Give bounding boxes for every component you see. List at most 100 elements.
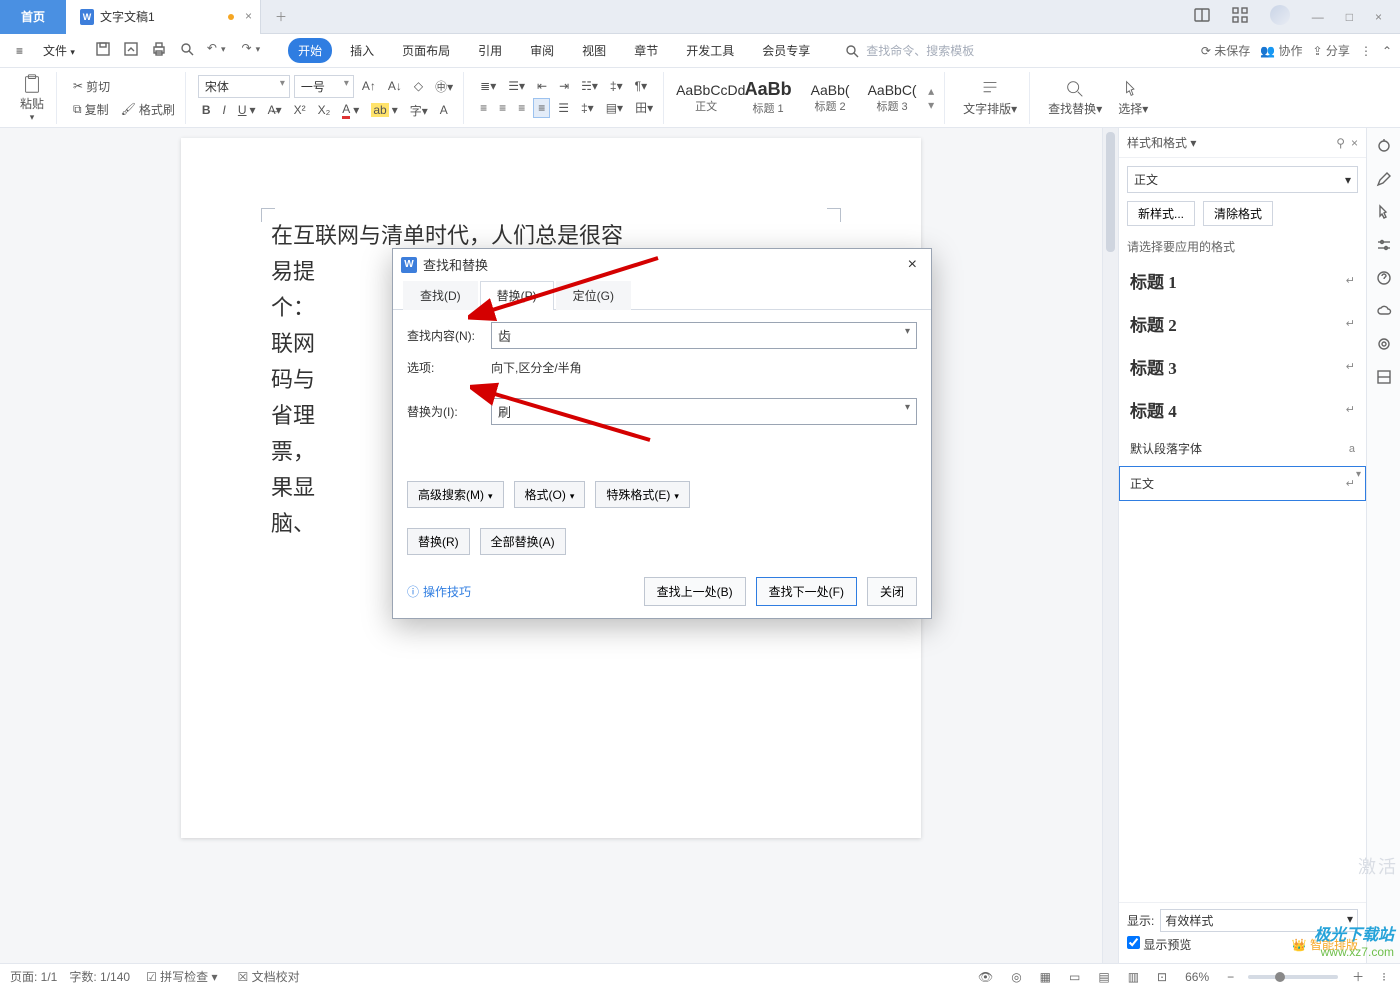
status-proofread[interactable]: ☒ 文档校对 bbox=[234, 966, 304, 987]
counter-icon[interactable] bbox=[1188, 3, 1216, 30]
collapse-ribbon-icon[interactable]: ⌃ bbox=[1382, 44, 1392, 58]
increase-font-icon[interactable]: A↑ bbox=[358, 77, 380, 95]
copy-button[interactable]: ⧉ 复制 bbox=[69, 99, 113, 120]
underline-icon[interactable]: U▾ bbox=[234, 101, 260, 119]
print-preview-icon[interactable] bbox=[175, 38, 199, 63]
replace-button[interactable]: 替换(R) bbox=[407, 528, 470, 555]
zoom-in-icon[interactable]: ＋ bbox=[1348, 966, 1368, 987]
align-right-icon[interactable]: ≡ bbox=[514, 99, 529, 117]
vertical-scrollbar[interactable] bbox=[1102, 128, 1118, 963]
paste-button[interactable]: 粘贴▾ bbox=[14, 71, 50, 125]
rail-cloud-icon[interactable] bbox=[1376, 303, 1392, 322]
status-page[interactable]: 页面: 1/1 bbox=[10, 968, 57, 985]
tips-link[interactable]: ⓘ 操作技巧 bbox=[407, 583, 471, 600]
style-gallery[interactable]: AaBbCcDd正文 AaBb标题 1 AaBb(标题 2 AaBbC(标题 3… bbox=[676, 79, 938, 116]
rail-cursor-icon[interactable] bbox=[1376, 204, 1392, 223]
border-icon[interactable]: 田▾ bbox=[631, 97, 657, 118]
replace-input[interactable]: 刷 bbox=[491, 398, 917, 425]
file-menu[interactable]: 文件 ▾ bbox=[35, 39, 83, 62]
select-button[interactable]: 选择▾ bbox=[1112, 76, 1154, 119]
status-read-icon[interactable]: ▭ bbox=[1065, 968, 1084, 986]
apps-grid-icon[interactable] bbox=[1226, 3, 1254, 30]
highlight-icon[interactable]: ab▾ bbox=[367, 101, 401, 119]
clear-format-icon[interactable]: ◇ bbox=[410, 77, 427, 95]
status-spellcheck[interactable]: ☑ 拼写检查 ▾ bbox=[142, 966, 221, 987]
pin-icon[interactable]: ⚲ bbox=[1336, 136, 1345, 150]
align-left-icon[interactable]: ≡ bbox=[476, 99, 491, 117]
find-input[interactable]: 齿 bbox=[491, 322, 917, 349]
ribbon-tab-section[interactable]: 章节 bbox=[624, 38, 668, 63]
style-item-body[interactable]: 正文↵ bbox=[1119, 466, 1366, 501]
ribbon-tab-view[interactable]: 视图 bbox=[572, 38, 616, 63]
ribbon-tab-member[interactable]: 会员专享 bbox=[752, 38, 820, 63]
new-style-button[interactable]: 新样式... bbox=[1127, 201, 1195, 226]
more-menu-icon[interactable]: ⋮ bbox=[1360, 44, 1372, 58]
format-painter-button[interactable]: 🖌 格式刷 bbox=[117, 99, 179, 120]
format-button[interactable]: 格式(O)▾ bbox=[514, 481, 586, 508]
window-maximize-button[interactable]: □ bbox=[1340, 6, 1359, 28]
save-icon[interactable] bbox=[91, 38, 115, 63]
unsaved-indicator[interactable]: ⟳ 未保存 bbox=[1201, 42, 1250, 59]
find-replace-button[interactable]: 查找替换▾ bbox=[1042, 76, 1108, 119]
show-select[interactable]: 有效样式 ▾ bbox=[1160, 909, 1358, 932]
new-tab-button[interactable]: ＋ bbox=[261, 0, 301, 34]
dialog-tab-replace[interactable]: 替换(P) bbox=[480, 281, 554, 310]
find-next-button[interactable]: 查找下一处(F) bbox=[756, 577, 857, 606]
font-color-icon[interactable]: A▾ bbox=[338, 100, 363, 121]
clear-format-button[interactable]: 清除格式 bbox=[1203, 201, 1273, 226]
zoom-slider[interactable] bbox=[1248, 975, 1338, 979]
status-words[interactable]: 字数: 1/140 bbox=[69, 968, 130, 985]
sort-icon[interactable]: ☵▾ bbox=[577, 77, 602, 95]
bold-icon[interactable]: B bbox=[198, 101, 215, 119]
number-list-icon[interactable]: ☰▾ bbox=[504, 77, 529, 95]
smart-layout-link[interactable]: 👑 智能排版 bbox=[1292, 936, 1358, 953]
decrease-indent-icon[interactable]: ⇤ bbox=[533, 77, 551, 95]
decrease-font-icon[interactable]: A↓ bbox=[384, 77, 406, 95]
rail-adjust-icon[interactable] bbox=[1376, 237, 1392, 256]
zoom-out-icon[interactable]: − bbox=[1223, 968, 1238, 986]
text-layout-button[interactable]: 文字排版▾ bbox=[957, 76, 1023, 119]
bullet-list-icon[interactable]: ≣▾ bbox=[476, 77, 500, 95]
shading-icon[interactable]: ▤▾ bbox=[602, 99, 627, 117]
superscript-icon[interactable]: X² bbox=[290, 101, 310, 119]
advanced-search-button[interactable]: 高级搜索(M)▾ bbox=[407, 481, 504, 508]
dialog-close-action-button[interactable]: 关闭 bbox=[867, 577, 917, 606]
ribbon-tab-reference[interactable]: 引用 bbox=[468, 38, 512, 63]
style-item-default-font[interactable]: 默认段落字体a bbox=[1119, 431, 1366, 466]
italic-icon[interactable]: I bbox=[219, 101, 230, 119]
window-minimize-button[interactable]: — bbox=[1306, 6, 1330, 28]
style-item-h3[interactable]: 标题 3↵ bbox=[1119, 345, 1366, 388]
status-focus-icon[interactable]: ◎ bbox=[1007, 968, 1025, 986]
strike-icon[interactable]: A̶▾ bbox=[264, 101, 286, 119]
show-marks-icon[interactable]: ¶▾ bbox=[631, 77, 651, 95]
ribbon-tab-dev[interactable]: 开发工具 bbox=[676, 38, 744, 63]
redo-icon[interactable]: ↷▾ bbox=[238, 38, 269, 63]
command-search[interactable]: 查找命令、搜索模板 bbox=[844, 42, 974, 59]
collab-button[interactable]: 👥 协作 bbox=[1260, 42, 1302, 59]
user-avatar[interactable] bbox=[1264, 1, 1296, 32]
distribute-icon[interactable]: ☰ bbox=[554, 99, 573, 117]
rail-help-icon[interactable] bbox=[1376, 270, 1392, 289]
rail-target-icon[interactable] bbox=[1376, 336, 1392, 355]
tab-document[interactable]: W 文字文稿1 × bbox=[66, 0, 261, 34]
font-name-select[interactable]: 宋体 bbox=[198, 75, 290, 98]
status-layout-icon[interactable]: ▦ bbox=[1036, 968, 1055, 986]
phonetic-icon[interactable]: 字▾ bbox=[406, 100, 432, 121]
status-more-icon[interactable]: ⁝ bbox=[1378, 968, 1390, 986]
status-eye-icon[interactable]: 👁 bbox=[974, 968, 997, 986]
change-case-icon[interactable]: ㊥▾ bbox=[431, 76, 457, 97]
current-style-combo[interactable]: 正文▾ bbox=[1127, 166, 1358, 193]
cut-button[interactable]: ✂ 剪切 bbox=[69, 76, 114, 97]
print-icon[interactable] bbox=[147, 38, 171, 63]
style-item-h4[interactable]: 标题 4↵ bbox=[1119, 388, 1366, 431]
scrollbar-thumb[interactable] bbox=[1106, 132, 1115, 252]
dialog-tab-find[interactable]: 查找(D) bbox=[403, 281, 478, 310]
paragraph-spacing-icon[interactable]: ‡▾ bbox=[577, 99, 598, 117]
rail-pencil-icon[interactable] bbox=[1376, 171, 1392, 190]
rail-expand-icon[interactable] bbox=[1376, 369, 1392, 388]
save-as-icon[interactable] bbox=[119, 38, 143, 63]
ribbon-tab-start[interactable]: 开始 bbox=[288, 38, 332, 63]
style-item-h1[interactable]: 标题 1↵ bbox=[1119, 259, 1366, 302]
ribbon-tab-review[interactable]: 审阅 bbox=[520, 38, 564, 63]
status-zoom-label[interactable]: 66% bbox=[1181, 968, 1213, 986]
